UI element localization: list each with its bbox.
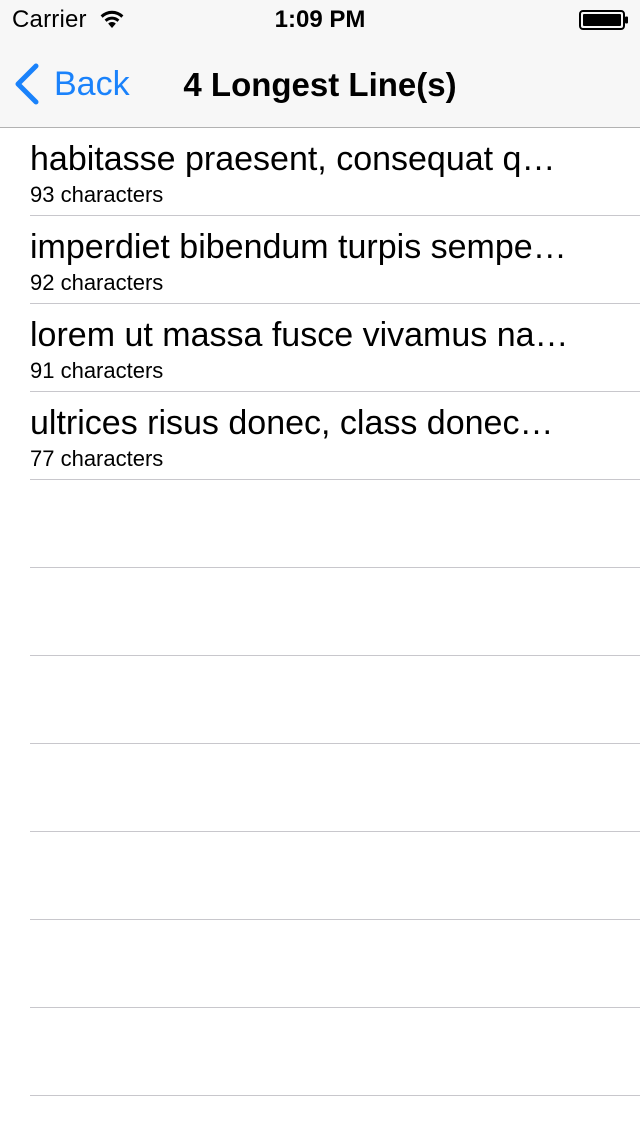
- navigation-bar: Back 4 Longest Line(s): [0, 40, 640, 128]
- screen: Carrier 1:09 PM Back 4 Longest Line(s) h…: [0, 0, 640, 1136]
- empty-row: [0, 744, 640, 832]
- top-bar: Carrier 1:09 PM Back 4 Longest Line(s): [0, 0, 640, 128]
- empty-row: [0, 656, 640, 744]
- page-title: 4 Longest Line(s): [183, 66, 457, 103]
- status-time: 1:09 PM: [274, 6, 366, 33]
- empty-row: [0, 920, 640, 1008]
- table-row[interactable]: lorem ut massa fusce vivamus na… 91 char…: [0, 304, 640, 392]
- line-length: 93 characters: [30, 182, 164, 207]
- battery-icon: [579, 10, 628, 30]
- line-text: lorem ut massa fusce vivamus na…: [30, 316, 569, 354]
- line-length: 92 characters: [30, 270, 164, 295]
- line-text: habitasse praesent, consequat q…: [30, 140, 556, 178]
- lines-table: habitasse praesent, consequat q… 93 char…: [0, 128, 640, 1096]
- line-text: imperdiet bibendum turpis sempe…: [30, 228, 567, 266]
- empty-row: [0, 1008, 640, 1096]
- table-row[interactable]: ultrices risus donec, class donec… 77 ch…: [0, 392, 640, 480]
- table-row[interactable]: imperdiet bibendum turpis sempe… 92 char…: [0, 216, 640, 304]
- empty-row: [0, 568, 640, 656]
- line-length: 91 characters: [30, 358, 164, 383]
- line-length: 77 characters: [30, 446, 164, 471]
- empty-row: [0, 832, 640, 920]
- table-row[interactable]: habitasse praesent, consequat q… 93 char…: [0, 128, 640, 216]
- status-bar: Carrier 1:09 PM: [0, 0, 640, 40]
- line-text: ultrices risus donec, class donec…: [30, 404, 554, 442]
- empty-row: [0, 480, 640, 568]
